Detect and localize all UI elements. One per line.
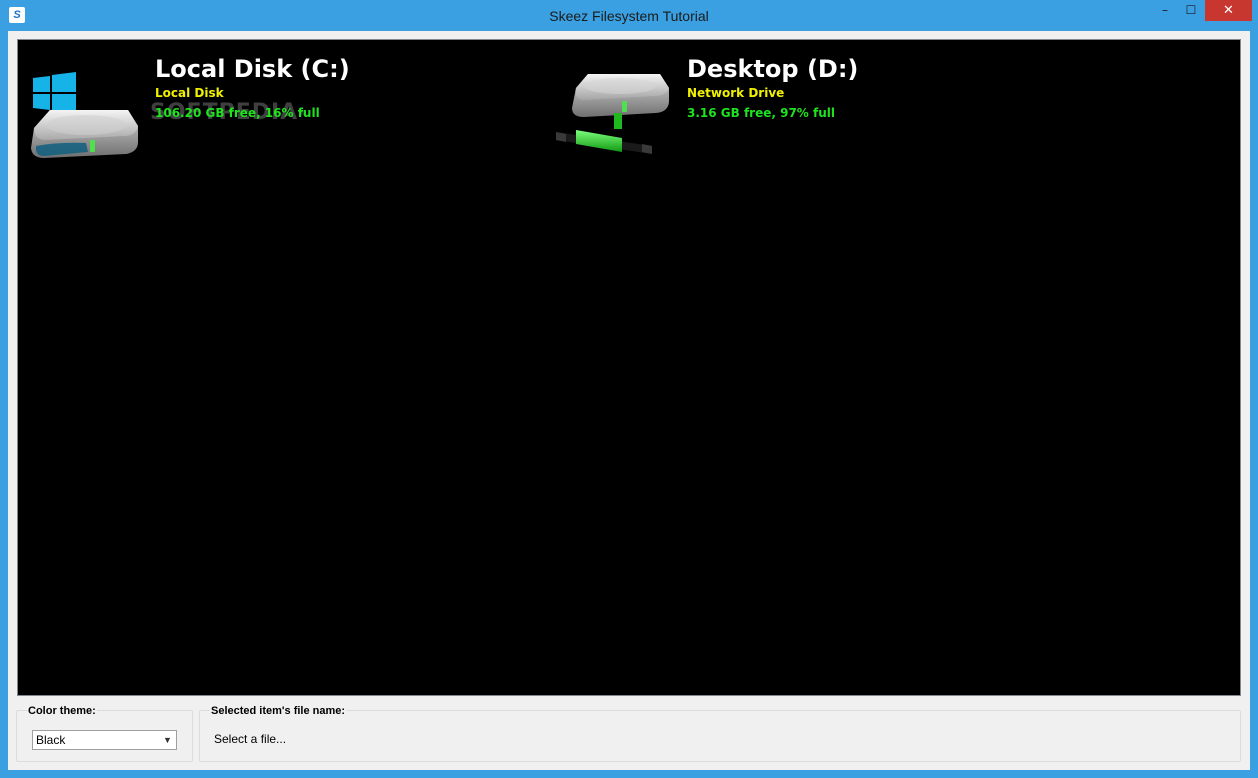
app-window: S Skeez Filesystem Tutorial – ☐ ✕ Local …	[0, 0, 1258, 778]
chevron-down-icon[interactable]: ▼	[159, 731, 176, 749]
drive-item-c[interactable]: Local Disk (C:) Local Disk SOFTPEDIA® 10…	[18, 40, 438, 180]
drive-list-view[interactable]: Local Disk (C:) Local Disk SOFTPEDIA® 10…	[17, 39, 1241, 696]
drive-item-d[interactable]: Desktop (D:) Network Drive 3.16 GB free,…	[550, 40, 970, 180]
title-bar[interactable]: S Skeez Filesystem Tutorial – ☐ ✕	[0, 0, 1258, 31]
drive-type: Network Drive	[687, 86, 785, 100]
drive-name: Local Disk (C:)	[155, 55, 350, 83]
color-theme-value: Black	[36, 733, 66, 747]
windows-hard-drive-icon	[28, 70, 143, 169]
color-theme-group: Color theme: Black ▼	[16, 705, 193, 762]
selected-file-name: Select a file...	[214, 732, 287, 746]
client-area: Local Disk (C:) Local Disk SOFTPEDIA® 10…	[8, 31, 1250, 770]
maximize-button[interactable]: ☐	[1178, 0, 1204, 21]
window-title: Skeez Filesystem Tutorial	[549, 8, 709, 24]
network-drive-icon	[554, 68, 674, 177]
drive-free-space: 106.20 GB free, 16% full	[155, 106, 320, 120]
drive-type: Local Disk	[155, 86, 224, 100]
selected-file-label: Selected item's file name:	[210, 705, 347, 718]
drive-name: Desktop (D:)	[687, 55, 859, 83]
minimize-button[interactable]: –	[1152, 0, 1178, 21]
drive-free-space: 3.16 GB free, 97% full	[687, 106, 836, 120]
close-button[interactable]: ✕	[1205, 0, 1252, 21]
color-theme-select[interactable]: Black ▼	[32, 730, 177, 750]
color-theme-label: Color theme:	[27, 705, 97, 718]
selected-file-group: Selected item's file name: Select a file…	[199, 705, 1241, 762]
